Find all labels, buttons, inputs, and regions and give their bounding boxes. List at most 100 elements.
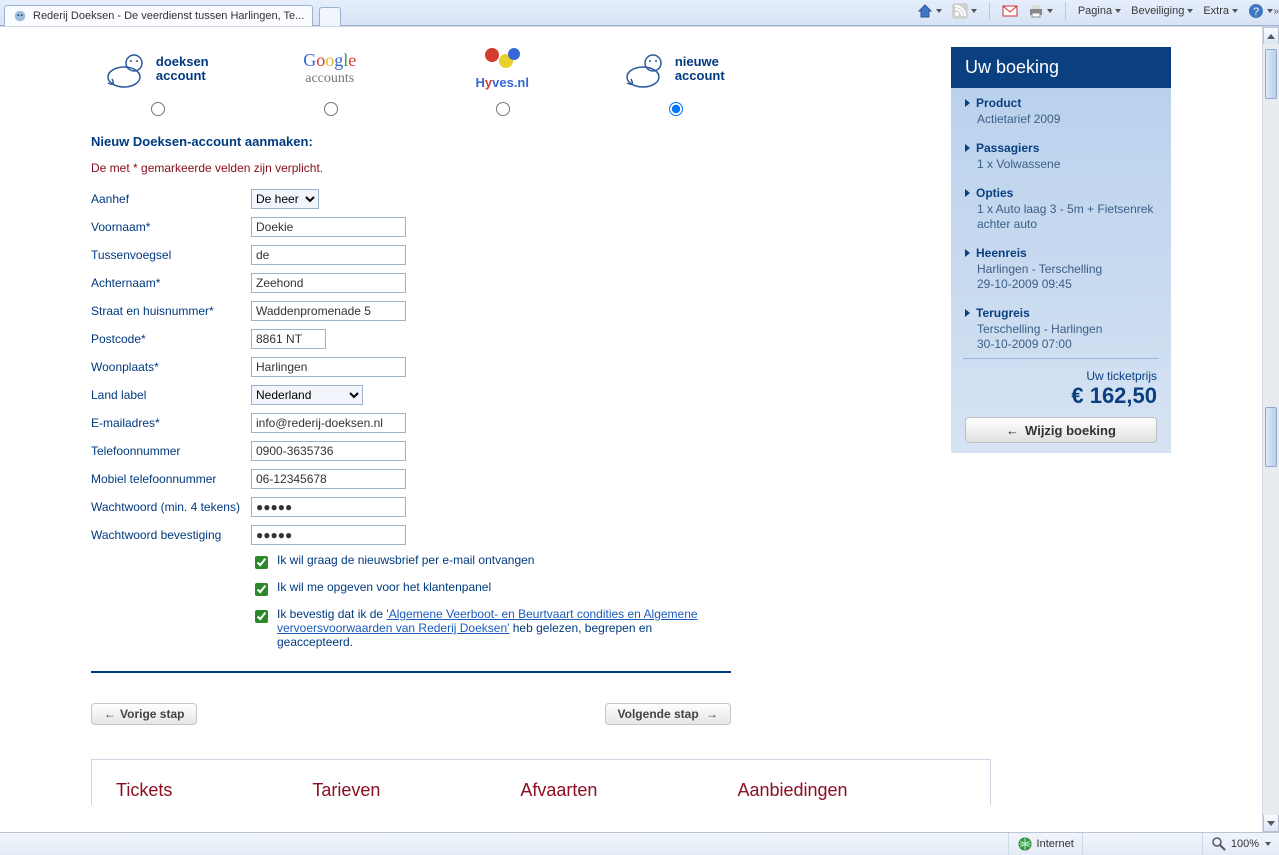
seal-icon [625,49,669,89]
mail-icon [1002,3,1018,19]
home-icon [917,3,933,19]
password-input[interactable] [251,497,406,517]
extra-menu[interactable]: Extra [1203,5,1238,17]
caret-icon [965,144,970,152]
zoom-value: 100% [1231,838,1259,850]
home-menu[interactable] [917,3,942,19]
infix-input[interactable] [251,245,406,265]
postcode-input[interactable] [251,329,326,349]
account-option-label: nieuweaccount [675,55,725,83]
browser-tab[interactable]: Rederij Doeksen - De veerdienst tussen H… [4,5,313,27]
page-menu[interactable]: Pagina [1078,5,1121,17]
scroll-thumb[interactable] [1265,407,1277,467]
account-option-doeksen: doeksenaccount [101,47,214,91]
seal-favicon-icon [13,9,27,23]
chevron-down-icon [1265,842,1271,846]
feeds-menu[interactable] [952,3,977,19]
footer-tabs-container: Tickets Tarieven Afvaarten Aanbiedingen [91,759,991,805]
terms-label: Ik bevestig dat ik de 'Algemene Veerboot… [277,607,711,649]
panel-checkbox[interactable] [255,583,268,596]
required-fields-note: De met * gemarkeerde velden zijn verplic… [91,161,731,175]
google-accounts-logo: Googleaccounts [303,52,356,87]
page-menu-label: Pagina [1078,5,1112,17]
form-divider [91,671,731,673]
zoom-control[interactable]: 100% [1202,833,1279,855]
scroll-down-button[interactable] [1263,815,1279,832]
account-option-new: nieuweaccount [619,47,732,91]
scroll-up-button[interactable] [1263,27,1279,44]
account-option-label: doeksenaccount [156,55,209,83]
form-heading: Nieuw Doeksen-account aanmaken: [91,134,731,149]
booking-summary: Uw boeking Product Actietarief 2009 Pass… [951,47,1171,453]
account-type-row: doeksenaccount Googleaccounts [101,47,731,91]
account-radio-doeksen[interactable] [151,102,165,116]
booking-return-value: Terschelling - Harlingen 30-10-2009 07:0… [977,322,1157,352]
city-input[interactable] [251,357,406,377]
protected-mode[interactable] [1082,833,1202,855]
account-radio-hyves[interactable] [496,102,510,116]
booking-outbound-value: Harlingen - Terschelling 29-10-2009 09:4… [977,262,1157,292]
country-select[interactable]: Nederland [251,385,363,405]
street-input[interactable] [251,301,406,321]
toolbar-overflow-icon[interactable]: » [1273,6,1277,17]
vertical-scrollbar[interactable] [1262,27,1279,832]
new-tab-button[interactable] [319,7,341,27]
security-menu-label: Beveiliging [1131,5,1184,17]
firstname-input[interactable] [251,217,406,237]
lastname-input[interactable] [251,273,406,293]
security-zone-label: Internet [1037,838,1074,850]
browser-tab-strip: Rederij Doeksen - De veerdienst tussen H… [0,0,1279,26]
edit-booking-button[interactable]: ← Wijzig boeking [965,417,1157,443]
footer-tab-afvaarten[interactable]: Afvaarten [520,780,597,801]
password-confirm-input[interactable] [251,525,406,545]
footer-tab-tickets[interactable]: Tickets [116,780,172,801]
extra-menu-label: Extra [1203,5,1229,17]
booking-section-options: Opties 1 x Auto laag 3 - 5m + Fietsenrek… [951,178,1171,232]
label-city: Woonplaats* [91,360,251,374]
account-radio-google[interactable] [324,102,338,116]
mobile-input[interactable] [251,469,406,489]
next-step-button[interactable]: Volgende stap [605,703,731,725]
footer-tab-tarieven[interactable]: Tarieven [312,780,380,801]
globe-icon [1017,836,1033,852]
account-radio-new[interactable] [669,102,683,116]
previous-step-button[interactable]: Vorige stap [91,703,197,725]
label-password: Wachtwoord (min. 4 tekens) [91,500,251,514]
help-menu[interactable]: ? [1248,3,1273,19]
price-label: Uw ticketprijs [951,365,1171,383]
wizard-nav: Vorige stap Volgende stap [91,703,731,725]
print-menu[interactable] [1028,3,1053,19]
salutation-select[interactable]: De heer [251,189,319,209]
email-input[interactable] [251,413,406,433]
account-option-google: Googleaccounts [274,47,387,91]
panel-label: Ik wil me opgeven voor het klantenpanel [277,580,491,594]
svg-text:?: ? [1253,6,1259,18]
tab-title: Rederij Doeksen - De veerdienst tussen H… [33,10,304,22]
security-zone[interactable]: Internet [1008,833,1082,855]
mail-button[interactable] [1002,3,1018,19]
scroll-thumb[interactable] [1265,49,1277,99]
booking-section-product: Product Actietarief 2009 [951,88,1171,127]
label-firstname: Voornaam* [91,220,251,234]
label-country: Land label [91,388,251,402]
label-infix: Tussenvoegsel [91,248,251,262]
price-value: € 162,50 [951,383,1171,417]
terms-checkbox[interactable] [255,610,268,623]
account-option-hyves: Hyves.nl [446,47,559,91]
rss-icon [952,3,968,19]
hyves-label: Hyves.nl [476,75,529,90]
label-lastname: Achternaam* [91,276,251,290]
booking-title: Uw boeking [951,47,1171,88]
magnifier-icon [1211,836,1227,852]
newsletter-label: Ik wil graag de nieuwsbrief per e-mail o… [277,553,534,567]
printer-icon [1028,3,1044,19]
label-phone: Telefoonnummer [91,444,251,458]
arrow-left-icon: ← [1006,423,1019,438]
seal-icon [106,49,150,89]
phone-input[interactable] [251,441,406,461]
newsletter-checkbox[interactable] [255,556,268,569]
security-menu[interactable]: Beveiliging [1131,5,1193,17]
footer-tab-aanbiedingen[interactable]: Aanbiedingen [737,780,847,801]
label-password2: Wachtwoord bevestiging [91,528,251,542]
hyves-smileys-icon [482,47,522,69]
